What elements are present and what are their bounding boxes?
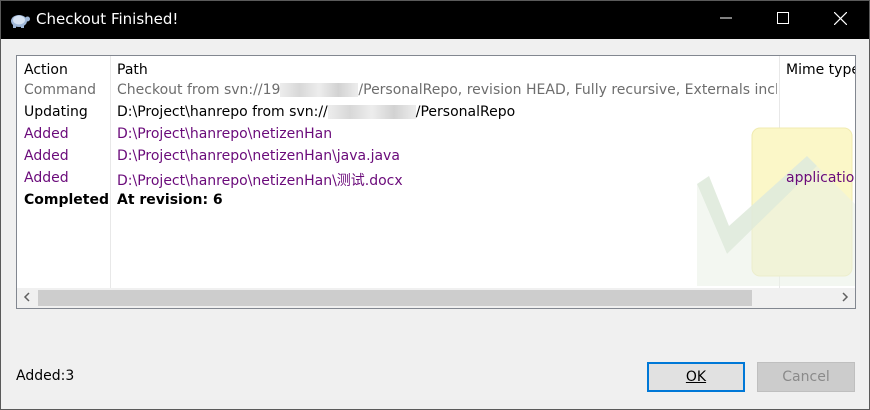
list-item[interactable]: Updating D:\Project\hanrepo from svn:///… bbox=[17, 104, 855, 126]
window-title: Checkout Finished! bbox=[36, 10, 179, 28]
maximize-button[interactable] bbox=[754, 1, 812, 39]
row-path: Checkout from svn://19/PersonalRepo, rev… bbox=[117, 82, 777, 98]
horizontal-scrollbar[interactable] bbox=[17, 288, 855, 308]
cancel-button-label: Cancel bbox=[782, 369, 830, 385]
list-item[interactable]: Command Checkout from svn://19/PersonalR… bbox=[17, 82, 855, 104]
row-path: D:\Project\hanrepo\netizenHan\测试.docx bbox=[117, 173, 403, 189]
row-action: Updating bbox=[24, 104, 88, 120]
row-action: Command bbox=[24, 82, 96, 98]
close-button[interactable] bbox=[811, 1, 869, 39]
scroll-left-button[interactable] bbox=[17, 288, 37, 308]
row-mime: application/ bbox=[786, 170, 855, 186]
row-action: Added bbox=[24, 148, 69, 164]
minimize-button[interactable] bbox=[697, 1, 755, 39]
list-item[interactable]: Added D:\Project\hanrepo\netizenHan\测试.d… bbox=[17, 170, 855, 192]
status-text: Added:3 bbox=[16, 368, 75, 384]
checkout-dialog: Checkout Finished! Action Path Mime type… bbox=[0, 0, 870, 410]
row-path: D:\Project\hanrepo\netizenHan\java.java bbox=[117, 148, 400, 164]
tortoise-icon bbox=[9, 10, 31, 30]
list-item[interactable]: Completed At revision: 6 bbox=[17, 192, 855, 214]
redaction bbox=[327, 105, 416, 119]
results-list[interactable]: Action Path Mime type Command Checkout f… bbox=[16, 55, 856, 309]
row-path: At revision: 6 bbox=[117, 192, 223, 208]
redaction bbox=[280, 83, 359, 97]
list-item[interactable]: Added D:\Project\hanrepo\netizenHan bbox=[17, 126, 855, 148]
scroll-right-button[interactable] bbox=[835, 288, 855, 308]
ok-button-label: OK bbox=[685, 369, 707, 385]
ok-button[interactable]: OK bbox=[647, 362, 745, 392]
minimize-icon bbox=[720, 12, 732, 28]
column-header-action[interactable]: Action bbox=[24, 62, 68, 78]
row-action: Completed bbox=[24, 192, 110, 208]
list-item[interactable]: Added D:\Project\hanrepo\netizenHan\java… bbox=[17, 148, 855, 170]
column-header-path[interactable]: Path bbox=[117, 62, 148, 78]
row-action: Added bbox=[24, 126, 69, 142]
chevron-right-icon bbox=[841, 290, 849, 306]
cancel-button[interactable]: Cancel bbox=[757, 362, 855, 392]
maximize-icon bbox=[777, 12, 789, 28]
row-path: D:\Project\hanrepo\netizenHan bbox=[117, 126, 333, 142]
close-icon bbox=[833, 11, 847, 29]
row-path: D:\Project\hanrepo from svn:///PersonalR… bbox=[117, 104, 516, 120]
row-action: Added bbox=[24, 170, 69, 186]
column-header-mime[interactable]: Mime type bbox=[786, 62, 855, 78]
title-bar[interactable]: Checkout Finished! bbox=[1, 1, 869, 39]
chevron-left-icon bbox=[23, 290, 31, 306]
scrollbar-thumb[interactable] bbox=[38, 290, 752, 306]
